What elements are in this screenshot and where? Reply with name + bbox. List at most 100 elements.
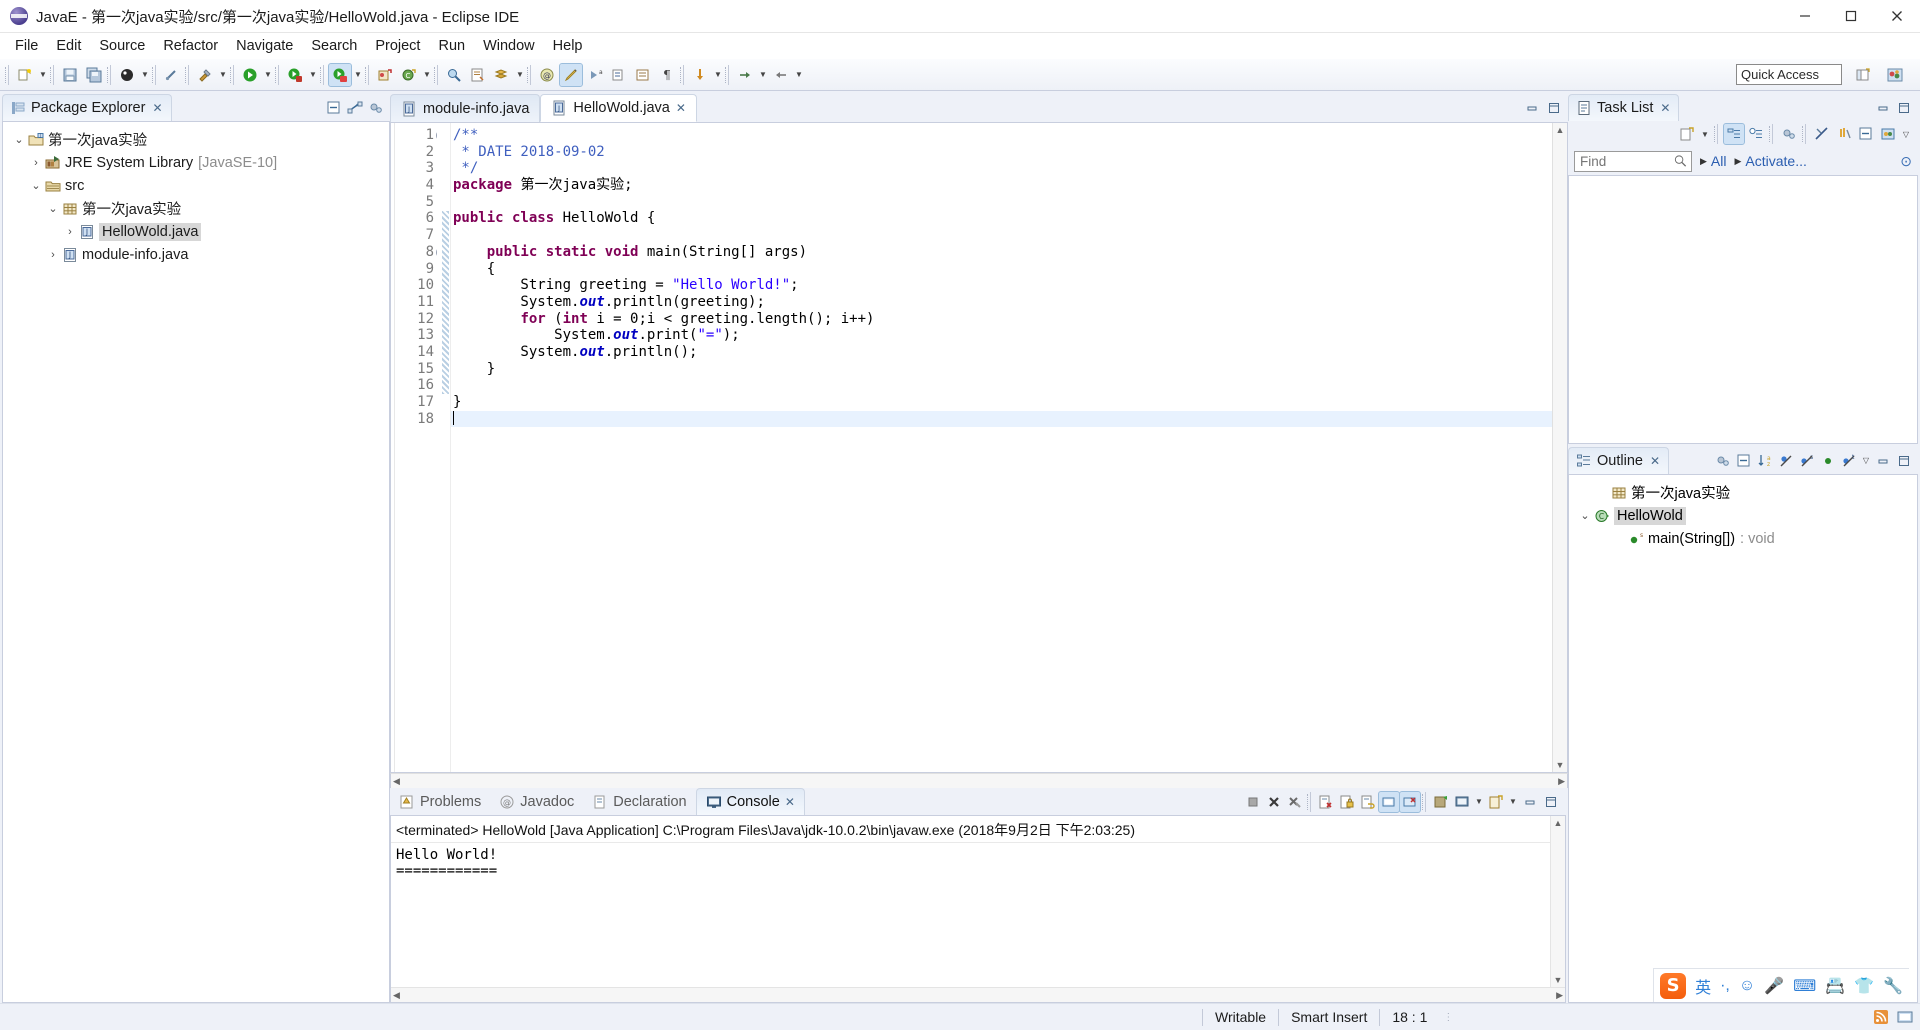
remove-all-launches-icon[interactable] (1285, 792, 1305, 812)
scroll-up-icon[interactable]: ▲ (1556, 125, 1565, 135)
code-line-10[interactable]: String greeting = "Hello World!"; (451, 277, 1552, 294)
menu-refactor[interactable]: Refactor (154, 35, 227, 57)
minimize-icon[interactable] (1873, 98, 1893, 118)
tab-console[interactable]: Console ✕ (695, 788, 805, 815)
hide-static-icon[interactable]: s (1797, 451, 1817, 471)
code-line-12[interactable]: for (int i = 0;i < greeting.length(); i+… (451, 311, 1552, 328)
filter-icon[interactable] (1834, 124, 1854, 144)
close-icon[interactable] (1874, 0, 1920, 33)
emoji-icon[interactable]: ☺ (1739, 977, 1755, 995)
open-task-icon[interactable] (491, 64, 513, 86)
quick-access-input[interactable]: Quick Access (1736, 64, 1842, 85)
code-line-6[interactable]: public class HelloWold { (451, 210, 1552, 227)
categorized-mode-icon[interactable] (1723, 123, 1745, 145)
scroll-down-icon[interactable]: ▼ (1554, 975, 1563, 985)
navigate-back-dropdown[interactable]: ▼ (793, 64, 805, 86)
find-input-wrapper[interactable] (1574, 150, 1692, 172)
tab-package-explorer[interactable]: Package Explorer ✕ (2, 94, 172, 121)
soft-keyboard-icon[interactable]: ⌨ (1793, 976, 1816, 996)
open-console-icon[interactable] (1486, 792, 1506, 812)
scroll-up-icon[interactable]: ▲ (1554, 818, 1563, 828)
editor-vertical-scrollbar[interactable]: ▲ ▼ (1552, 123, 1567, 772)
menu-source[interactable]: Source (90, 35, 154, 57)
show-console-on-output-icon[interactable] (1378, 790, 1400, 813)
menu-navigate[interactable]: Navigate (227, 35, 302, 57)
minimize-icon[interactable] (1873, 451, 1893, 471)
link-icon[interactable] (161, 64, 183, 86)
java-perspective-icon[interactable] (1884, 64, 1906, 86)
hide-nonpublic-icon[interactable] (1818, 451, 1838, 471)
toggle-mark-icon[interactable] (632, 64, 654, 86)
tab-task-list[interactable]: Task List ✕ (1568, 94, 1680, 121)
tree-node-第一次java实验[interactable]: ⌄ 第一次java实验 (3, 197, 389, 220)
hide-local-icon[interactable]: t (1839, 451, 1859, 471)
new-class-icon[interactable]: C (398, 64, 420, 86)
tab-declaration[interactable]: Declaration (583, 788, 695, 815)
previous-annotation-icon[interactable] (608, 64, 630, 86)
view-menu-icon[interactable]: ▽ (1900, 123, 1912, 145)
view-menu-icon[interactable]: ▽ (1860, 450, 1872, 472)
console-horizontal-scrollbar[interactable]: ◀ ▶ (391, 987, 1565, 1002)
code-line-1[interactable]: /** (451, 127, 1552, 144)
editor-text-area[interactable]: 123456789101112131415161718 /** * DATE 2… (390, 122, 1568, 773)
scroll-down-icon[interactable]: ▼ (1556, 760, 1565, 770)
skin-icon[interactable]: 👕 (1854, 976, 1874, 996)
build-dropdown[interactable]: ▼ (217, 64, 229, 86)
new-wizard-icon[interactable] (14, 64, 36, 86)
code-line-13[interactable]: System.out.print("="); (451, 327, 1552, 344)
tab-javadoc[interactable]: @ Javadoc (490, 788, 583, 815)
tab-hellowold-java[interactable]: J HelloWold.java ✕ (540, 94, 697, 122)
editor-horizontal-scrollbar[interactable]: ◀ ▶ (390, 773, 1568, 788)
maximize-icon[interactable] (1544, 98, 1564, 118)
remove-launch-icon[interactable] (1264, 792, 1284, 812)
close-icon[interactable]: ✕ (785, 795, 795, 809)
open-perspective-icon[interactable] (1852, 64, 1874, 86)
chevron-down-icon[interactable]: ⌄ (11, 132, 27, 148)
chevron-right-icon[interactable]: › (62, 224, 78, 240)
debug-icon[interactable] (116, 64, 138, 86)
task-list-content[interactable] (1568, 175, 1918, 444)
new-java-project-icon[interactable] (374, 64, 396, 86)
build-icon[interactable] (194, 64, 216, 86)
word-wrap-icon[interactable] (1358, 792, 1378, 812)
pilcrow-icon[interactable]: ¶ (656, 64, 678, 86)
task-filter-all[interactable]: ▶ All (1700, 153, 1726, 169)
new-task-dropdown[interactable]: ▼ (1699, 123, 1711, 145)
back-icon[interactable] (689, 64, 711, 86)
code-line-9[interactable]: { (451, 261, 1552, 278)
scroll-left-icon[interactable]: ◀ (393, 776, 400, 787)
scroll-left-icon[interactable]: ◀ (393, 990, 400, 1001)
new-task-icon[interactable] (1677, 124, 1697, 144)
tray-icon[interactable] (1896, 1008, 1914, 1026)
outline-node-HelloWold[interactable]: ⌄ C HelloWold (1569, 504, 1917, 527)
code-line-7[interactable] (451, 227, 1552, 244)
maximize-icon[interactable] (1828, 0, 1874, 33)
editor-code-content[interactable]: /** * DATE 2018-09-02 */package 第一次java实… (451, 123, 1552, 772)
forward-dropdown[interactable]: ▼ (757, 64, 769, 86)
menu-help[interactable]: Help (544, 35, 592, 57)
coverage-icon[interactable] (328, 62, 352, 87)
annotation-icon[interactable]: @ (536, 64, 558, 86)
tab-module-info-java[interactable]: J module-info.java (390, 94, 541, 122)
console-output-container[interactable]: <terminated> HelloWold [Java Application… (390, 815, 1566, 1003)
search-icon[interactable] (443, 64, 465, 86)
link-with-editor-icon[interactable] (345, 98, 365, 118)
synchronize-icon[interactable] (1779, 124, 1799, 144)
show-console-on-error-icon[interactable] (1399, 790, 1421, 813)
code-line-2[interactable]: * DATE 2018-09-02 (451, 144, 1552, 161)
forward-icon[interactable] (734, 64, 756, 86)
screenshot-icon[interactable]: 📇 (1825, 976, 1845, 996)
sogou-logo[interactable]: S (1660, 972, 1687, 999)
chevron-down-icon[interactable]: ⌄ (28, 178, 44, 194)
code-line-11[interactable]: System.out.println(greeting); (451, 294, 1552, 311)
hide-fields-icon[interactable] (1776, 451, 1796, 471)
editor-folding-ruler[interactable] (437, 123, 451, 772)
help-icon[interactable]: ⊙ (1900, 153, 1912, 170)
menu-search[interactable]: Search (302, 35, 366, 57)
menu-file[interactable]: File (6, 35, 47, 57)
navigate-back-icon[interactable] (770, 64, 792, 86)
view-menu-icon[interactable] (366, 98, 386, 118)
voice-input-icon[interactable]: 🎤 (1764, 976, 1784, 996)
tree-node-JRE System Library[interactable]: › JRE System Library [JavaSE-10] (3, 151, 389, 174)
console-vertical-scrollbar[interactable]: ▲ ▼ (1550, 816, 1565, 987)
